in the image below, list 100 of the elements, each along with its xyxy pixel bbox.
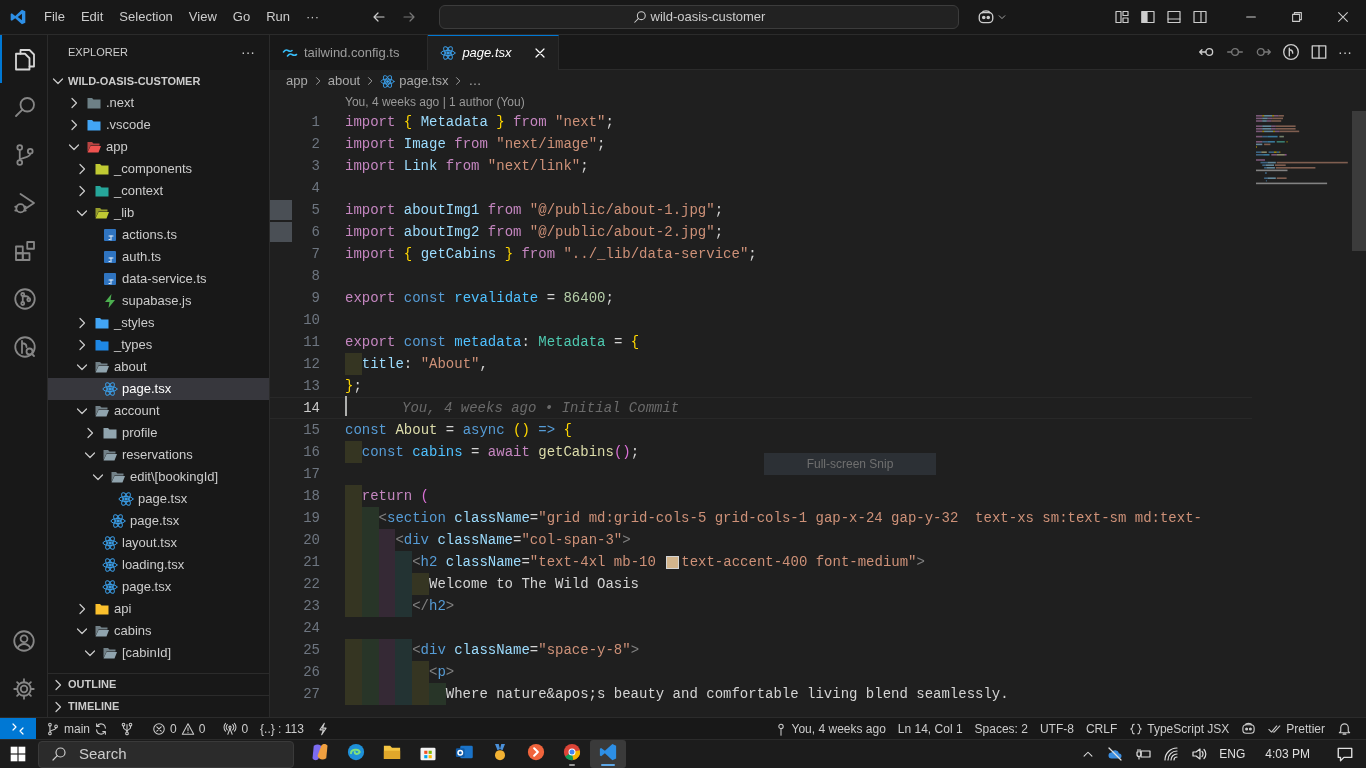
git-graph-icon[interactable] [12,287,37,311]
tree-entry[interactable]: data-service.ts [48,268,269,290]
search-icon [51,746,67,762]
layout-icon[interactable] [1114,9,1130,25]
menu-item[interactable]: Selection [111,7,181,27]
breadcrumb-item[interactable]: … [468,71,482,91]
tree-entry[interactable]: actions.ts [48,224,269,246]
line-number: 22 [302,574,320,594]
folder-item[interactable]: _context [48,180,269,202]
input-language[interactable]: ENG [1219,745,1246,763]
prettier-status[interactable]: Prettier [1262,717,1331,740]
menu-item[interactable]: ··· [298,7,327,27]
robot-icon[interactable] [1241,721,1257,736]
files-icon[interactable] [12,47,37,71]
folder-item[interactable]: _types [48,334,269,356]
menu-item[interactable]: Run [258,7,298,27]
tree-entry[interactable]: loading.tsx [48,554,269,576]
tree-entry[interactable]: page.tsx [48,378,269,400]
breadcrumb-item[interactable]: app [286,71,308,91]
run-debug-icon[interactable] [12,191,37,215]
language-status[interactable]: TypeScript JSX [1123,717,1236,740]
bell-icon[interactable] [1337,721,1352,736]
line-number: 4 [310,178,320,198]
folder-item[interactable]: .vscode [48,114,269,136]
code-text: import { Metadata } from "next"; [345,112,614,132]
extensions-icon[interactable] [12,239,37,263]
line-number: 16 [302,442,320,462]
sync-icon [94,721,108,736]
folder-item[interactable]: _components [48,158,269,180]
ts-file-icon [102,227,118,243]
more-actions-button[interactable]: ··· [241,42,255,63]
code-text: text-accent-400 font-medium"> [681,552,925,572]
tree-entry[interactable]: supabase.js [48,290,269,312]
scrollbar-thumb[interactable] [1352,111,1366,251]
wifi-icon[interactable] [1163,746,1180,762]
tree-entry[interactable]: layout.tsx [48,532,269,554]
taskbar-search-field[interactable]: Search [38,740,294,768]
git-network-icon[interactable] [120,721,134,736]
secondary-sidebar-icon[interactable] [1192,9,1208,25]
folder-item[interactable]: profile [48,422,269,444]
folder-item[interactable]: app [48,136,269,158]
line-number: 21 [302,552,320,572]
folder-item[interactable]: _styles [48,312,269,334]
tree-entry[interactable]: page.tsx [48,510,269,532]
restore-icon[interactable] [1290,10,1304,24]
clock[interactable]: 4:03 PM [1265,745,1310,763]
folder-item[interactable]: account [48,400,269,422]
settings-icon[interactable] [11,677,36,701]
robot-icon[interactable] [977,8,995,26]
error-icon [152,721,166,736]
blame-status[interactable]: You, 4 weeks ago [767,717,892,740]
editor-tab[interactable]: tailwind.config.ts [270,35,429,70]
codelens-blame[interactable]: You, 4 weeks ago | 1 author (You) [345,93,525,111]
tree-entry[interactable]: page.tsx [48,576,269,598]
split-editor-icon[interactable] [1310,43,1328,61]
primary-sidebar-icon[interactable] [1140,9,1156,25]
status-item[interactable]: CRLF [1079,717,1124,740]
menu-item[interactable]: File [36,7,73,27]
branch-status[interactable]: main [40,717,114,740]
folder-item[interactable]: edit\[bookingId] [48,466,269,488]
notifications-icon[interactable] [1336,745,1354,763]
status-item[interactable]: Spaces: 2 [968,717,1034,740]
tree-entry[interactable]: auth.ts [48,246,269,268]
more-actions-button[interactable]: ··· [1338,41,1352,63]
search-icon[interactable] [12,95,37,119]
editor-tab[interactable]: page.tsx [428,35,559,70]
breadcrumb-item[interactable]: about [327,71,361,91]
panel-icon[interactable] [1166,9,1182,25]
command-center[interactable]: wild-oasis-customer [439,5,959,29]
close-icon[interactable] [1336,10,1350,24]
menu-item[interactable]: Edit [72,7,112,27]
folder-item[interactable]: api [48,598,269,620]
status-item[interactable]: {..} : 113 [254,717,310,740]
git-compare-icon[interactable] [1282,43,1300,61]
snip-tooltip: Full-screen Snip [764,453,936,475]
ports-status[interactable]: 0 [217,717,255,740]
menu-item[interactable]: Go [224,7,259,27]
section-header[interactable]: OUTLINE [48,673,269,695]
speaker-icon[interactable] [1191,746,1208,762]
battery-plug-icon[interactable] [1135,746,1152,762]
git-inspect-icon[interactable] [12,335,37,359]
tree-entry[interactable]: page.tsx [48,488,269,510]
folder-item[interactable]: [cabinId] [48,642,269,664]
folder-item[interactable]: reservations [48,444,269,466]
windows-start-icon[interactable] [9,745,27,763]
account-icon[interactable] [11,629,36,653]
folder-item[interactable]: cabins [48,620,269,642]
caret-icon[interactable] [997,12,1007,22]
react-file-icon [118,491,134,507]
breadcrumb-item[interactable]: page.tsx [380,71,449,91]
folder-item[interactable]: .next [48,92,269,114]
cloud-icon[interactable] [1107,746,1124,762]
code-text: title: "About", [361,354,488,374]
menu-item[interactable]: View [180,7,225,27]
folder-item[interactable]: about [48,356,269,378]
status-item[interactable]: UTF-8 [1033,717,1080,740]
problems-status[interactable]: 0 0 [146,717,212,740]
workspace-root[interactable]: WILD-OASIS-CUSTOMER [48,70,269,92]
folder-item[interactable]: _lib [48,202,269,224]
status-item[interactable]: Ln 14, Col 1 [891,717,969,740]
